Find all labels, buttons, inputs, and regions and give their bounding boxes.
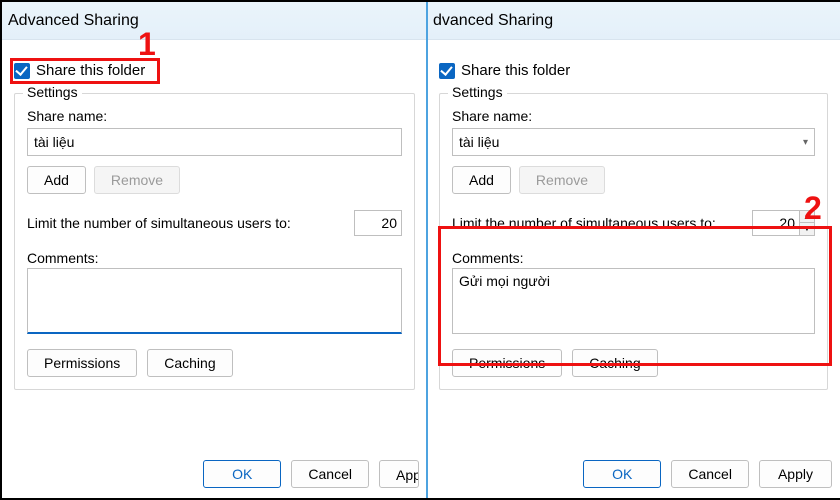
permissions-button[interactable]: Permissions: [452, 349, 562, 377]
share-this-folder-checkbox[interactable]: [439, 63, 455, 79]
share-name-combo[interactable]: tài liệu ▾: [452, 128, 815, 156]
remove-button: Remove: [94, 166, 180, 194]
chevron-down-icon: ▾: [803, 137, 808, 148]
settings-group: Settings Share name: tài liệu ▾ Add Remo…: [439, 93, 828, 390]
spinner-down-icon[interactable]: ▼: [800, 223, 814, 235]
comparison-canvas: Advanced Sharing Share this folder Setti…: [0, 0, 840, 500]
limit-users-spinner[interactable]: [354, 210, 402, 236]
limit-users-spinner[interactable]: ▲ ▼: [752, 210, 815, 236]
cancel-button[interactable]: Cancel: [291, 460, 369, 488]
limit-users-value[interactable]: [354, 210, 402, 236]
dialog-title: Advanced Sharing: [2, 2, 427, 40]
spinner-buttons[interactable]: ▲ ▼: [800, 210, 815, 236]
caching-button[interactable]: Caching: [147, 349, 232, 377]
dialog-advanced-sharing-left: Advanced Sharing Share this folder Setti…: [2, 2, 427, 498]
share-this-folder-checkbox[interactable]: [14, 63, 30, 79]
share-this-folder-label: Share this folder: [36, 62, 145, 79]
share-name-value: tài liệu: [459, 134, 499, 150]
ok-button[interactable]: OK: [203, 460, 281, 488]
spinner-up-icon[interactable]: ▲: [800, 211, 814, 223]
settings-group-title: Settings: [448, 84, 507, 100]
share-name-label: Share name:: [452, 108, 815, 124]
share-this-folder-label: Share this folder: [461, 62, 570, 79]
limit-users-label: Limit the number of simultaneous users t…: [27, 215, 291, 231]
remove-button: Remove: [519, 166, 605, 194]
comments-textarea[interactable]: [27, 268, 402, 334]
dialog-title: dvanced Sharing: [427, 2, 840, 40]
dialog-buttons: OK Cancel Apply: [203, 460, 419, 488]
ok-button[interactable]: OK: [583, 460, 661, 488]
apply-button[interactable]: Apply: [759, 460, 832, 488]
add-button[interactable]: Add: [452, 166, 511, 194]
dialog-buttons: OK Cancel Apply: [583, 460, 832, 488]
limit-users-label: Limit the number of simultaneous users t…: [452, 215, 716, 231]
settings-group: Settings Share name: Add Remove Limit th…: [14, 93, 415, 390]
cancel-button[interactable]: Cancel: [671, 460, 749, 488]
share-name-label: Share name:: [27, 108, 402, 124]
add-button[interactable]: Add: [27, 166, 86, 194]
share-name-input[interactable]: [27, 128, 402, 156]
dialog-advanced-sharing-right: dvanced Sharing Share this folder Settin…: [427, 2, 840, 498]
pane-divider: [426, 2, 428, 498]
apply-button-clipped[interactable]: Apply: [379, 460, 419, 488]
permissions-button[interactable]: Permissions: [27, 349, 137, 377]
comments-textarea[interactable]: [452, 268, 815, 334]
share-this-folder-row[interactable]: Share this folder: [439, 62, 840, 79]
limit-users-value[interactable]: [752, 210, 800, 236]
share-this-folder-row[interactable]: Share this folder: [14, 62, 427, 79]
comments-label: Comments:: [27, 250, 402, 266]
caching-button[interactable]: Caching: [572, 349, 657, 377]
comments-label: Comments:: [452, 250, 815, 266]
settings-group-title: Settings: [23, 84, 82, 100]
